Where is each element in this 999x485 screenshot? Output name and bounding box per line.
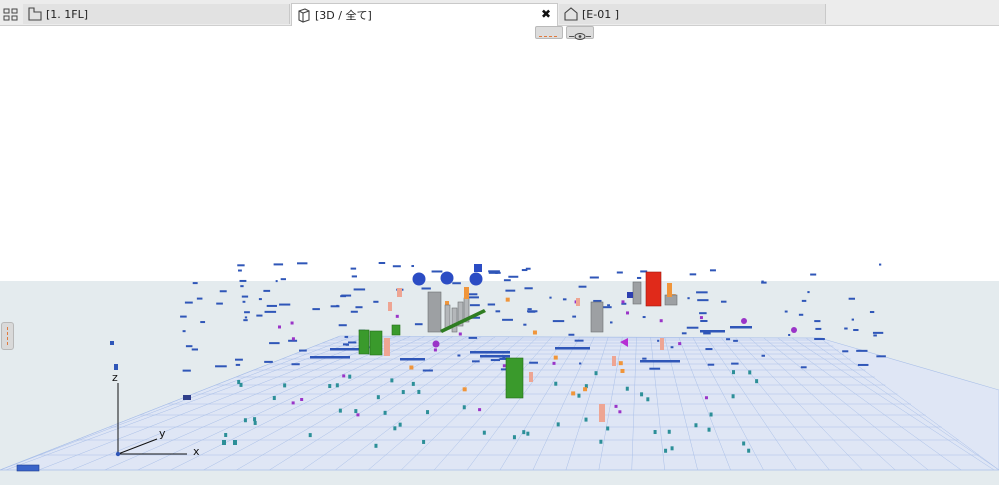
- elevation-icon: [563, 6, 579, 22]
- tab-label: [1. 1FL]: [46, 7, 89, 21]
- tab-elevation[interactable]: [E-01 ]: [559, 4, 826, 24]
- tab-3d-view[interactable]: [3D / 全て] ✖: [291, 3, 558, 26]
- view-tab-bar: [1. 1FL] [3D / 全て] ✖ [E-01 ]: [0, 0, 999, 26]
- 3d-viewport[interactable]: z y x: [0, 40, 999, 485]
- axis-label-y: y: [159, 427, 166, 440]
- view-switcher-icon[interactable]: [3, 7, 19, 21]
- tab-label: [3D / 全て]: [315, 9, 372, 22]
- close-icon[interactable]: ✖: [541, 7, 551, 21]
- axis-label-x: x: [193, 445, 200, 458]
- axis-label-z: z: [112, 371, 118, 384]
- floor-plan-icon: [27, 6, 43, 22]
- line-style-toggle-button[interactable]: [535, 26, 563, 39]
- visibility-toggle-button[interactable]: [566, 26, 594, 40]
- tab-floor-plan[interactable]: [1. 1FL]: [23, 4, 290, 24]
- tab-label: [E-01 ]: [582, 7, 619, 21]
- view-cube-marker[interactable]: [16, 464, 40, 472]
- 3d-cube-icon: [296, 7, 312, 23]
- side-panel-handle[interactable]: [1, 322, 14, 350]
